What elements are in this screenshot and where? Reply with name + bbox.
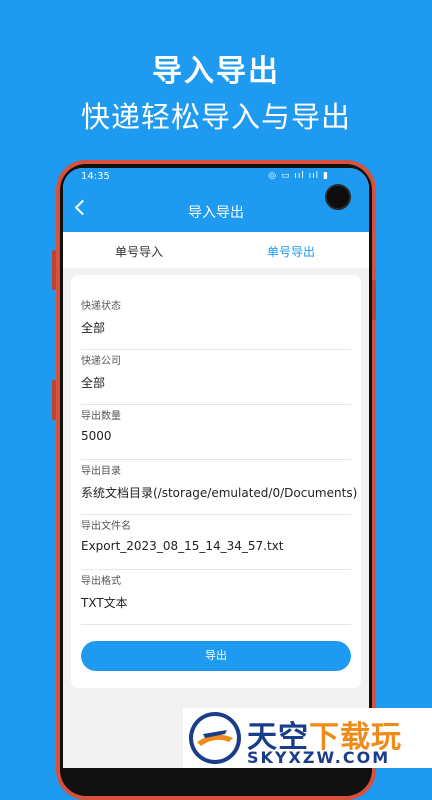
nav-title: 导入导出 (188, 205, 244, 221)
app-header: 14:35 ◎ ▭ ııl ııl ▮ 导入导出 (63, 168, 369, 232)
field-value: TXT文本 (81, 596, 128, 610)
field-directory[interactable]: 导出目录 系统文档目录(/storage/emulated/0/Document… (81, 462, 357, 515)
volume-button (52, 250, 56, 290)
power-button (372, 280, 376, 320)
watermark: 天空下载玩 SKYXZW.COM (183, 708, 432, 768)
tab-export[interactable]: 单号导出 (267, 243, 315, 260)
tab-import[interactable]: 单号导入 (115, 243, 163, 260)
promo-subtitle: 快递轻松导入与导出 (80, 100, 351, 134)
status-time: 14:35 (81, 171, 110, 182)
field-filename[interactable]: 导出文件名 Export_2023_08_15_14_34_57.txt (81, 517, 351, 570)
promo-title: 导入导出 (152, 54, 280, 89)
field-value: 全部 (81, 321, 106, 335)
export-form: 快递状态 全部 快递公司 全部 导出数量 5000 导出目录 系统文档目录(/s… (71, 275, 361, 688)
field-label: 导出格式 (81, 576, 121, 587)
field-format[interactable]: 导出格式 TXT文本 (81, 572, 351, 625)
side-button (52, 380, 56, 420)
logo-icon (189, 712, 241, 764)
field-value: 系统文档目录(/storage/emulated/0/Documents) (81, 486, 358, 500)
field-label: 导出文件名 (81, 521, 131, 532)
field-value: 全部 (81, 376, 106, 390)
field-company[interactable]: 快递公司 全部 (81, 352, 351, 405)
field-label: 快递公司 (81, 356, 121, 367)
field-label: 快递状态 (81, 301, 121, 312)
field-value: Export_2023_08_15_14_34_57.txt (81, 539, 284, 553)
app-screen: 14:35 ◎ ▭ ııl ııl ▮ 导入导出 单号导入 单号导出 快递状态 … (63, 168, 369, 768)
watermark-url: SKYXZW.COM (247, 748, 391, 767)
field-status[interactable]: 快递状态 全部 (81, 297, 351, 350)
field-label: 导出数量 (81, 411, 121, 422)
field-quantity[interactable]: 导出数量 5000 (81, 407, 351, 460)
export-button[interactable]: 导出 (81, 641, 351, 671)
status-icons: ◎ ▭ ııl ııl ▮ (268, 171, 329, 181)
field-label: 导出目录 (81, 466, 121, 477)
field-value: 5000 (81, 429, 112, 443)
tab-bar: 单号导入 单号导出 (63, 232, 369, 268)
